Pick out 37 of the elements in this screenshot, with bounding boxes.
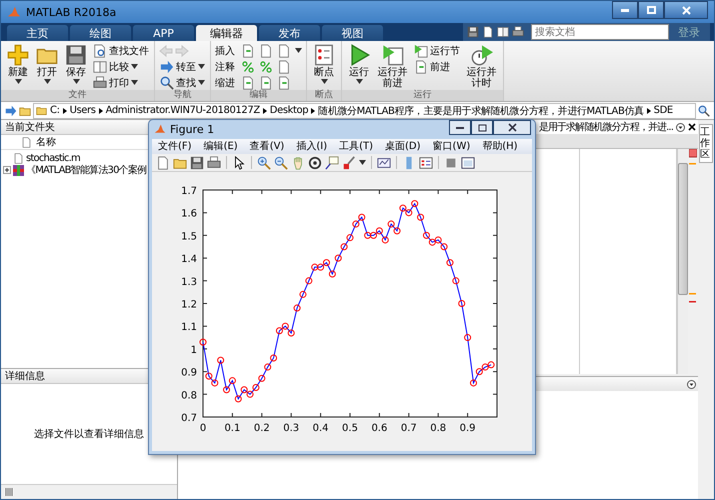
details-message: 选择文件以查看详细信息 (34, 428, 144, 441)
x-tick-label: 0.2 (254, 423, 270, 434)
x-tick-label: 0.5 (342, 423, 358, 434)
y-tick-label: 1 (190, 344, 197, 356)
y-tick-label: 1.3 (181, 276, 197, 288)
y-tick-label: 1.7 (181, 186, 197, 197)
x-tick-label: 0.3 (283, 423, 300, 434)
y-tick-label: 0.8 (181, 390, 197, 402)
group-title: 导航 (155, 90, 210, 101)
figure-title: Figure 1 (170, 122, 214, 136)
y-tick-label: 1.1 (181, 322, 197, 334)
file-name: 《MATLAB智能算法30个案例 (26, 164, 146, 177)
group-title: 文件 (1, 90, 154, 101)
group-title: 运行 (342, 90, 503, 101)
y-tick-label: 1.5 (181, 231, 197, 242)
panel-title: 是用于求解随机微分方程，并进... (538, 120, 673, 134)
row-label: 缩进 (215, 76, 235, 90)
y-tick-label: 0.7 (181, 413, 197, 424)
y-tick-label: 0.9 (181, 368, 197, 379)
x-tick-label: 0.4 (312, 423, 329, 434)
row-label: 插入 (215, 44, 235, 58)
row-label: 注释 (215, 60, 235, 74)
y-tick-label: 1.2 (181, 300, 197, 310)
panel-title: 详细信息 (5, 370, 45, 383)
y-tick-label: 1.4 (181, 254, 197, 266)
x-tick-label: 0.7 (400, 423, 417, 434)
group-title: 断点 (307, 90, 341, 101)
x-tick-label: 0.9 (460, 423, 476, 434)
panel-title: 当前文件夹 (5, 120, 55, 134)
file-name: stochastic.m (26, 152, 80, 164)
group-title: 编辑 (211, 90, 306, 101)
y-tick-label: 1.6 (181, 208, 197, 220)
window-title: MATLAB R2018a (26, 6, 116, 18)
x-tick-label: 0 (200, 423, 206, 434)
x-tick-label: 0.8 (430, 423, 446, 434)
x-tick-label: 0.6 (371, 423, 388, 434)
x-tick-label: 0.1 (224, 423, 240, 434)
